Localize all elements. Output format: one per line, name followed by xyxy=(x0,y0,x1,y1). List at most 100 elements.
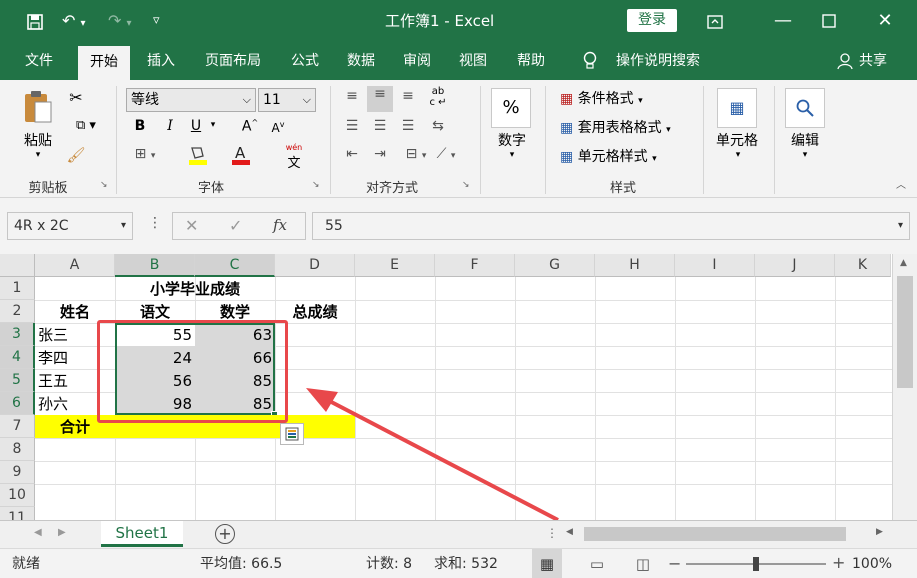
horizontal-scrollbar[interactable]: ◀ ▶ xyxy=(560,523,890,545)
page-break-view-icon[interactable]: ◫ xyxy=(630,549,656,578)
tab-view[interactable]: 视图 xyxy=(448,42,498,80)
row-header[interactable]: 6 xyxy=(0,392,35,415)
sum-status[interactable]: 求和: 532 xyxy=(434,549,498,578)
align-bottom-icon[interactable]: ≡ xyxy=(396,88,420,104)
fill-color-icon[interactable] xyxy=(180,144,216,170)
worksheet-grid[interactable]: A B C D E F G H I J K ▲ 1 2 3 4 5 6 7 8 … xyxy=(0,254,917,520)
phonetic-icon[interactable]: wén 文 xyxy=(276,144,312,172)
cells-button[interactable]: 单元格 xyxy=(708,130,766,150)
editing-button[interactable]: 编辑 xyxy=(782,130,828,150)
align-left-icon[interactable]: ☰ xyxy=(340,118,364,134)
zoom-out-icon[interactable]: − xyxy=(668,554,681,573)
average-status[interactable]: 平均值: 66.5 xyxy=(200,549,282,578)
row-header[interactable]: 1 xyxy=(0,277,35,300)
row-header[interactable]: 7 xyxy=(0,415,35,438)
formula-input[interactable]: 55 ▾ xyxy=(312,212,910,240)
cancel-icon[interactable]: ✕ xyxy=(185,216,198,235)
share-button[interactable]: 共享 xyxy=(856,42,890,80)
tell-me-search[interactable]: 操作说明搜索 xyxy=(606,42,710,80)
prev-sheet-icon[interactable]: ◀ xyxy=(34,527,42,538)
row-header[interactable]: 10 xyxy=(0,484,35,507)
ribbon-display-icon[interactable] xyxy=(692,0,738,42)
cut-icon[interactable]: ✂ xyxy=(66,88,86,107)
copy-icon[interactable]: ⧉ ▾ xyxy=(66,118,106,133)
column-header[interactable]: E xyxy=(355,254,435,277)
column-header[interactable]: D xyxy=(275,254,355,277)
align-right-icon[interactable]: ☰ xyxy=(396,118,420,134)
number-format-label[interactable]: 数字 xyxy=(491,130,533,150)
dialog-launcher-icon[interactable]: ↘ xyxy=(312,180,320,190)
underline-dropdown-icon[interactable]: ▾ xyxy=(208,120,218,130)
increase-indent-icon[interactable]: ⇥ xyxy=(368,146,392,162)
save-icon[interactable] xyxy=(26,0,44,42)
scroll-right-icon[interactable]: ▶ xyxy=(876,527,883,537)
column-header[interactable]: I xyxy=(675,254,755,277)
format-as-table-button[interactable]: ▦ 套用表格格式 ▾ xyxy=(560,117,700,137)
editing-dropdown-icon[interactable]: ▾ xyxy=(797,150,813,160)
add-sheet-icon[interactable]: + xyxy=(215,524,235,544)
tab-help[interactable]: 帮助 xyxy=(504,42,558,80)
dialog-launcher-icon[interactable]: ↘ xyxy=(100,180,108,190)
tab-file[interactable]: 文件 xyxy=(12,42,66,80)
enter-icon[interactable]: ✓ xyxy=(229,216,242,235)
cell-styles-button[interactable]: ▦ 单元格样式 ▾ xyxy=(560,146,680,166)
search-icon[interactable] xyxy=(785,88,825,128)
page-layout-view-icon[interactable]: ▭ xyxy=(584,549,610,578)
login-button[interactable]: 登录 xyxy=(627,9,677,32)
tab-data[interactable]: 数据 xyxy=(336,42,386,80)
customize-toolbar-icon[interactable]: ▿ xyxy=(153,0,160,42)
font-color-icon[interactable]: A xyxy=(224,144,258,170)
title-cell[interactable]: 小学毕业成绩 xyxy=(115,278,275,300)
percent-button[interactable]: % xyxy=(491,88,531,128)
collapse-ribbon-icon[interactable]: ︿ xyxy=(893,176,909,191)
vertical-scroll-thumb[interactable] xyxy=(897,276,913,388)
conditional-format-button[interactable]: ▦ 条件格式 ▾ xyxy=(560,88,680,108)
row-header[interactable]: 2 xyxy=(0,300,35,323)
insert-function-button[interactable]: fx xyxy=(273,216,287,234)
column-header[interactable]: C xyxy=(195,254,275,277)
dialog-launcher-icon[interactable]: ↘ xyxy=(462,180,470,190)
more-options-icon[interactable]: ⋮ xyxy=(148,215,162,231)
bold-button[interactable]: B xyxy=(132,118,148,134)
align-top-icon[interactable]: ≡ xyxy=(340,88,364,104)
paste-icon[interactable] xyxy=(20,90,56,128)
decrease-indent-icon[interactable]: ⇤ xyxy=(340,146,364,162)
text-angle-icon[interactable]: ⟋ ▾ xyxy=(426,146,466,162)
cells-icon[interactable]: ▦ xyxy=(717,88,757,128)
header-total-cell[interactable]: 总成绩 xyxy=(275,301,355,323)
horizontal-scroll-thumb[interactable] xyxy=(584,527,846,541)
format-painter-icon[interactable]: 🖌 xyxy=(66,146,86,164)
column-header[interactable]: K xyxy=(835,254,891,277)
grow-font-button[interactable]: A^ xyxy=(240,118,260,135)
column-header[interactable]: B xyxy=(115,254,195,277)
align-middle-icon[interactable]: ≡ xyxy=(367,86,393,112)
row-header[interactable]: 9 xyxy=(0,461,35,484)
sheet-tab[interactable]: Sheet1 xyxy=(101,521,183,547)
column-header[interactable]: G xyxy=(515,254,595,277)
wrap-text-icon[interactable]: ⇆ xyxy=(426,118,450,134)
tab-split-handle[interactable]: ⋮ xyxy=(546,526,558,540)
maximize-button[interactable] xyxy=(806,0,852,42)
align-center-icon[interactable]: ☰ xyxy=(368,118,392,134)
borders-icon[interactable]: ⊞ ▾ xyxy=(130,146,160,162)
row-header[interactable]: 3 xyxy=(0,323,35,346)
tab-page-layout[interactable]: 页面布局 xyxy=(192,42,274,80)
row-header[interactable]: 5 xyxy=(0,369,35,392)
name-box[interactable]: 4R x 2C ▾ xyxy=(7,212,133,240)
next-sheet-icon[interactable]: ▶ xyxy=(58,527,66,538)
scroll-left-icon[interactable]: ◀ xyxy=(566,527,573,537)
orientation-icon[interactable]: ab c ↵ xyxy=(426,86,450,108)
expand-formula-icon[interactable]: ▾ xyxy=(898,213,903,239)
vertical-scrollbar[interactable]: ▲ xyxy=(892,254,917,520)
tab-review[interactable]: 审阅 xyxy=(392,42,442,80)
column-header[interactable]: J xyxy=(755,254,835,277)
scroll-up-icon[interactable]: ▲ xyxy=(900,258,907,268)
column-header[interactable]: A xyxy=(35,254,115,277)
undo-icon[interactable]: ↶ ▾ xyxy=(62,0,86,42)
column-header[interactable]: H xyxy=(595,254,675,277)
normal-view-icon[interactable]: ▦ xyxy=(532,549,562,578)
paste-dropdown-icon[interactable]: ▾ xyxy=(30,150,46,160)
font-size-combo[interactable]: 11 ⌵ xyxy=(258,88,316,112)
column-header[interactable]: F xyxy=(435,254,515,277)
zoom-in-icon[interactable]: + xyxy=(832,553,845,572)
